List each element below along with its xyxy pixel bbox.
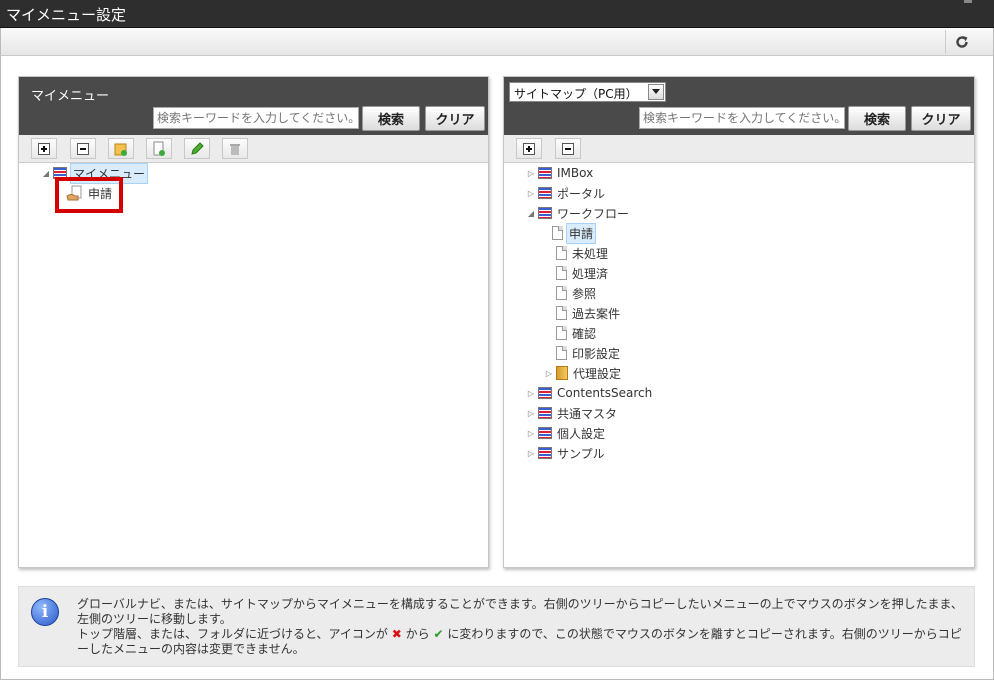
plus-icon	[38, 142, 50, 155]
document-hand-icon	[66, 185, 82, 200]
menu-list-icon	[538, 207, 552, 219]
panel-title: マイメニュー	[31, 89, 110, 104]
search-input[interactable]	[153, 107, 359, 129]
add-folder-button[interactable]	[108, 138, 134, 159]
clear-button[interactable]: クリア	[425, 106, 485, 131]
tree-node-portal[interactable]: ▷ ポータル	[526, 184, 607, 202]
tree-toolbar	[19, 135, 488, 163]
document-icon	[556, 306, 567, 320]
tree-node-kakunin[interactable]: 確認	[556, 324, 598, 342]
delete-button[interactable]	[222, 138, 248, 159]
tree-node-imbox[interactable]: ▷ IMBox	[526, 164, 595, 182]
sitemap-tree: ▷ IMBox ▷ ポータル ◢ ワークフロー 申請 未処理 処理済 参照 過去…	[504, 163, 974, 567]
clear-button[interactable]: クリア	[911, 106, 971, 131]
trash-icon	[230, 143, 240, 155]
top-toolbar	[0, 28, 994, 56]
window-title: マイメニュー設定	[6, 6, 127, 24]
panel-header: サイトマップ（PC用） 検索 クリア	[504, 77, 974, 135]
menu-list-icon	[538, 387, 552, 399]
tree-toolbar	[504, 135, 974, 163]
minus-icon	[562, 142, 574, 155]
collapse-all-button[interactable]	[555, 138, 581, 159]
expand-arrow-icon[interactable]: ▷	[526, 408, 536, 418]
document-icon	[556, 246, 567, 260]
cross-icon: ✖	[391, 627, 402, 641]
plus-icon	[523, 142, 535, 155]
menu-list-icon	[538, 407, 552, 419]
expand-arrow-icon[interactable]: ▷	[544, 368, 554, 378]
refresh-button[interactable]	[945, 30, 977, 54]
tree-node-kako[interactable]: 過去案件	[556, 304, 622, 322]
menu-list-icon	[538, 427, 552, 439]
info-message: i グローバルナビ、または、サイトマップからマイメニューを構成することができます…	[18, 586, 975, 667]
expand-arrow-icon[interactable]: ▷	[526, 168, 536, 178]
new-page-icon	[153, 141, 165, 156]
info-icon: i	[31, 598, 59, 626]
document-icon	[556, 286, 567, 300]
expand-arrow-icon[interactable]: ▷	[526, 388, 536, 398]
document-icon	[552, 226, 563, 240]
tree-node-dairi[interactable]: ▷ 代理設定	[544, 364, 623, 382]
tree-node-kyotsu[interactable]: ▷ 共通マスタ	[526, 404, 619, 422]
expand-all-button[interactable]	[516, 138, 542, 159]
minus-icon	[77, 142, 89, 155]
main-area: マイメニュー 検索 クリア	[0, 56, 994, 680]
expand-all-button[interactable]	[31, 138, 57, 159]
tree-node-shinsei[interactable]: 申請	[66, 184, 114, 202]
tree-node-sample[interactable]: ▷ サンプル	[526, 444, 607, 462]
sitemap-select[interactable]: サイトマップ（PC用）	[509, 82, 666, 102]
tree-node-kojin[interactable]: ▷ 個人設定	[526, 424, 607, 442]
menu-list-icon	[538, 187, 552, 199]
expand-arrow-icon[interactable]: ▷	[526, 188, 536, 198]
tree-node-sansho[interactable]: 参照	[556, 284, 598, 302]
search-input[interactable]	[639, 107, 845, 129]
sitemap-panel: サイトマップ（PC用） 検索 クリア ▷ IMBox	[503, 76, 975, 568]
tree-node-workflow[interactable]: ◢ ワークフロー	[526, 204, 631, 222]
check-icon: ✔	[433, 627, 444, 641]
document-icon	[556, 266, 567, 280]
search-button[interactable]: 検索	[848, 106, 906, 131]
menu-list-icon	[538, 447, 552, 459]
info-line-2: トップ階層、または、フォルダに近づけると、アイコンが ✖ から ✔ に変わります…	[77, 627, 962, 656]
expand-arrow-icon[interactable]: ▷	[526, 448, 536, 458]
tree-node-shinsei[interactable]: 申請	[552, 222, 597, 244]
info-text: グローバルナビ、または、サイトマップからマイメニューを構成することができます。右…	[77, 597, 967, 657]
folder-icon	[556, 366, 568, 380]
titlebar-handle	[964, 0, 972, 3]
new-folder-icon	[114, 143, 127, 156]
info-line-1: グローバルナビ、または、サイトマップからマイメニューを構成することができます。右…	[77, 597, 963, 626]
tree-node-inei[interactable]: 印影設定	[556, 344, 622, 362]
expand-arrow-icon[interactable]: ▷	[526, 428, 536, 438]
pencil-icon	[191, 141, 204, 155]
tree-node-mishori[interactable]: 未処理	[556, 244, 610, 262]
collapse-arrow-icon[interactable]: ◢	[526, 208, 536, 218]
my-menu-tree: ◢ マイメニュー 申請	[19, 162, 488, 567]
my-menu-panel: マイメニュー 検索 クリア	[18, 76, 489, 568]
tree-node-label: 申請	[88, 186, 113, 201]
refresh-icon	[955, 36, 968, 48]
collapse-all-button[interactable]	[70, 138, 96, 159]
document-icon	[556, 326, 567, 340]
add-item-button[interactable]	[146, 138, 172, 159]
tree-node-contents-search[interactable]: ▷ ContentsSearch	[526, 384, 654, 402]
edit-button[interactable]	[184, 138, 210, 159]
document-icon	[556, 346, 567, 360]
tree-node-shorizumi[interactable]: 処理済	[556, 264, 610, 282]
collapse-arrow-icon[interactable]: ◢	[41, 168, 51, 178]
window-titlebar: マイメニュー設定	[0, 0, 994, 28]
sitemap-select-value: サイトマップ（PC用）	[514, 87, 638, 101]
menu-list-icon	[538, 167, 552, 179]
search-button[interactable]: 検索	[362, 106, 420, 131]
panel-header: マイメニュー 検索 クリア	[19, 77, 488, 135]
dropdown-arrow-icon[interactable]	[648, 84, 664, 100]
